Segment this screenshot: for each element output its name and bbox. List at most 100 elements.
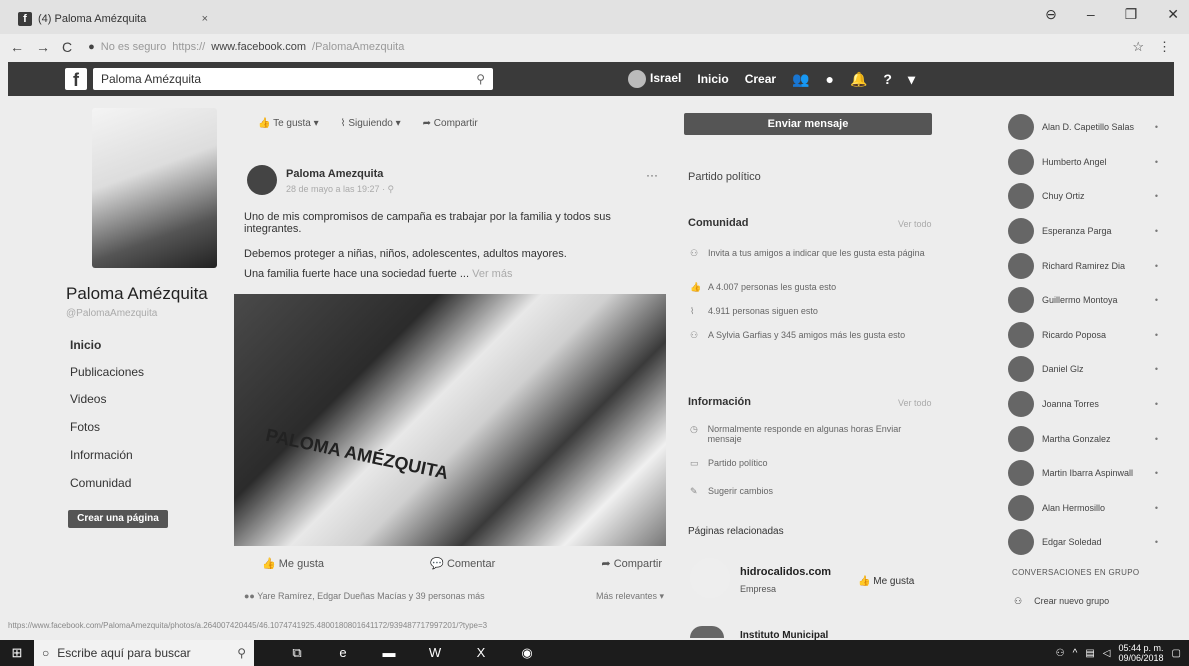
minimize-button[interactable]: – bbox=[1087, 6, 1095, 23]
contact-item[interactable]: Edgar Soledad • bbox=[1008, 525, 1158, 560]
contact-item[interactable]: Joanna Torres • bbox=[1008, 387, 1158, 422]
network-icon[interactable]: ▤ bbox=[1085, 648, 1094, 659]
task-view-icon[interactable]: ⧉ bbox=[284, 645, 310, 661]
start-icon[interactable]: ⊞ bbox=[0, 645, 34, 661]
contact-item[interactable]: Ricardo Poposa • bbox=[1008, 318, 1158, 353]
chrome-icon[interactable]: ◉ bbox=[514, 645, 540, 661]
notifications-icon[interactable]: 🔔 bbox=[850, 71, 867, 88]
community-item[interactable]: ⚇ A Sylvia Garfias y 345 amigos más les g… bbox=[690, 330, 930, 341]
avatar bbox=[1008, 321, 1034, 348]
menu-icon[interactable]: ⋮ bbox=[1158, 39, 1171, 55]
info-see-all-link[interactable]: Ver todo bbox=[898, 398, 932, 408]
explorer-icon[interactable]: ▬ bbox=[376, 645, 402, 661]
send-message-button[interactable]: Enviar mensaje bbox=[684, 113, 932, 135]
edge-icon[interactable]: e bbox=[330, 645, 356, 661]
reactions-summary[interactable]: ●● Yare Ramírez, Edgar Dueñas Macías y 3… bbox=[244, 591, 485, 602]
avatar bbox=[1008, 183, 1034, 210]
word-icon[interactable]: W bbox=[422, 645, 448, 661]
contact-item[interactable]: Chuy Ortiz • bbox=[1008, 179, 1158, 214]
volume-icon[interactable]: ◁ bbox=[1103, 648, 1111, 659]
community-item: 👍 A 4.007 personas les gusta esto bbox=[690, 282, 837, 292]
related-page2-logo[interactable] bbox=[690, 626, 724, 638]
chevron-up-icon[interactable]: ^ bbox=[1073, 648, 1078, 659]
sidebar-item-publicaciones[interactable]: Publicaciones bbox=[70, 365, 144, 379]
nav-user[interactable]: Israel bbox=[628, 70, 681, 88]
info-item[interactable]: ▭ Partido político bbox=[690, 458, 930, 469]
create-page-button[interactable]: Crear una página bbox=[68, 510, 168, 528]
avatar bbox=[1008, 460, 1034, 487]
post-more-icon[interactable]: ··· bbox=[646, 168, 658, 182]
contact-item[interactable]: Guillermo Montoya • bbox=[1008, 283, 1158, 318]
like-button[interactable]: 👍 Me gusta bbox=[262, 557, 324, 570]
profile-handle[interactable]: @PalomaAmezquita bbox=[66, 308, 157, 319]
related-page-like-button[interactable]: 👍 Me gusta bbox=[858, 576, 914, 587]
bookmark-star-icon[interactable]: ☆ bbox=[1132, 39, 1144, 55]
create-group-button[interactable]: ⚇ Crear nuevo grupo bbox=[1014, 596, 1109, 607]
avatar bbox=[628, 70, 646, 88]
friends-icon[interactable]: 👥 bbox=[792, 71, 809, 88]
people-icon[interactable]: ⚇ bbox=[1056, 648, 1065, 659]
messenger-icon[interactable]: ● bbox=[826, 71, 834, 87]
help-icon[interactable]: ? bbox=[883, 71, 892, 87]
contact-item[interactable]: Martin Ibarra Aspinwall • bbox=[1008, 456, 1158, 491]
contact-item[interactable]: Humberto Angel • bbox=[1008, 145, 1158, 180]
taskbar-search[interactable]: ○ Escribe aquí para buscar ⚲ bbox=[34, 640, 254, 666]
following-button[interactable]: ⌇ Siguiendo ▾ bbox=[341, 118, 401, 129]
reload-icon[interactable]: C bbox=[62, 39, 72, 55]
search-icon[interactable]: ⚲ bbox=[476, 72, 485, 86]
community-item[interactable]: ⚇ Invita a tus amigos a indicar que les g… bbox=[690, 248, 930, 259]
post-author[interactable]: Paloma Amezquita bbox=[286, 168, 383, 180]
profile-name: Paloma Amézquita bbox=[66, 284, 208, 303]
nav-create[interactable]: Crear bbox=[745, 72, 776, 86]
related-page-type: Empresa bbox=[740, 584, 777, 594]
contact-item[interactable]: Alan D. Capetillo Salas • bbox=[1008, 110, 1158, 145]
page-category: Partido político bbox=[688, 171, 761, 183]
online-status-icon: • bbox=[1154, 433, 1158, 444]
microphone-icon[interactable]: ⚲ bbox=[237, 646, 246, 660]
see-more-link[interactable]: Ver más bbox=[472, 268, 512, 280]
nav-home[interactable]: Inicio bbox=[697, 72, 728, 86]
related-page-name[interactable]: hidrocalidos.com bbox=[740, 566, 831, 578]
sidebar-item-fotos[interactable]: Fotos bbox=[70, 420, 100, 434]
contact-name: Alan Hermosillo bbox=[1042, 502, 1106, 513]
contact-item[interactable]: Esperanza Parga • bbox=[1008, 214, 1158, 249]
post-timestamp[interactable]: 28 de mayo a las 19:27 · ⚲ bbox=[286, 184, 394, 195]
profile-icon[interactable]: ⊖ bbox=[1045, 6, 1057, 23]
contact-item[interactable]: Richard Ramirez Dia • bbox=[1008, 248, 1158, 283]
contact-item[interactable]: Martha Gonzalez • bbox=[1008, 421, 1158, 456]
chevron-down-icon[interactable]: ▾ bbox=[908, 71, 915, 88]
contact-item[interactable]: Alan Hermosillo • bbox=[1008, 491, 1158, 526]
avatar bbox=[1008, 529, 1034, 556]
forward-icon[interactable]: → bbox=[36, 39, 50, 55]
maximize-button[interactable]: ❐ bbox=[1125, 6, 1138, 23]
sidebar-item-inicio[interactable]: Inicio bbox=[70, 338, 101, 352]
close-button[interactable]: ✕ bbox=[1167, 6, 1179, 23]
excel-icon[interactable]: X bbox=[468, 645, 494, 661]
browser-tab[interactable]: f (4) Paloma Amézquita × bbox=[18, 8, 208, 30]
facebook-logo-icon[interactable]: f bbox=[65, 68, 87, 90]
community-see-all-link[interactable]: Ver todo bbox=[898, 219, 932, 229]
search-input[interactable]: Paloma Amézquita ⚲ bbox=[93, 68, 493, 90]
sidebar-item-informacion[interactable]: Información bbox=[70, 448, 133, 462]
url-field[interactable]: ● No es seguro https:// www.facebook.com… bbox=[88, 41, 404, 53]
post-author-avatar[interactable] bbox=[247, 165, 277, 195]
tab-close-icon[interactable]: × bbox=[202, 13, 208, 25]
notifications-center-icon[interactable]: ▢ bbox=[1172, 648, 1181, 659]
sidebar-item-comunidad[interactable]: Comunidad bbox=[70, 476, 131, 490]
like-page-button[interactable]: 👍 Te gusta ▾ bbox=[258, 118, 319, 129]
sidebar-item-videos[interactable]: Videos bbox=[70, 392, 106, 406]
avatar bbox=[1008, 252, 1034, 279]
comment-button[interactable]: 💬 Comentar bbox=[430, 557, 495, 570]
profile-picture[interactable] bbox=[92, 108, 217, 268]
contact-item[interactable]: Daniel Glz • bbox=[1008, 352, 1158, 387]
sort-dropdown[interactable]: Más relevantes ▾ bbox=[596, 591, 664, 602]
post-photo[interactable]: PALOMA AMÉZQUITA bbox=[234, 294, 666, 546]
related-page-logo[interactable] bbox=[690, 558, 730, 598]
share-button[interactable]: ➦ Compartir bbox=[601, 557, 662, 570]
info-item[interactable]: ✎ Sugerir cambios bbox=[690, 486, 930, 497]
clock[interactable]: 05:44 p. m. 09/06/2018 bbox=[1119, 643, 1164, 663]
share-page-button[interactable]: ➦ Compartir bbox=[423, 118, 478, 129]
post-text-line: Una familia fuerte hace una sociedad fue… bbox=[244, 268, 513, 280]
back-icon[interactable]: ← bbox=[10, 39, 24, 55]
top-nav: Israel Inicio Crear 👥 ● 🔔 ? ▾ bbox=[628, 70, 915, 88]
